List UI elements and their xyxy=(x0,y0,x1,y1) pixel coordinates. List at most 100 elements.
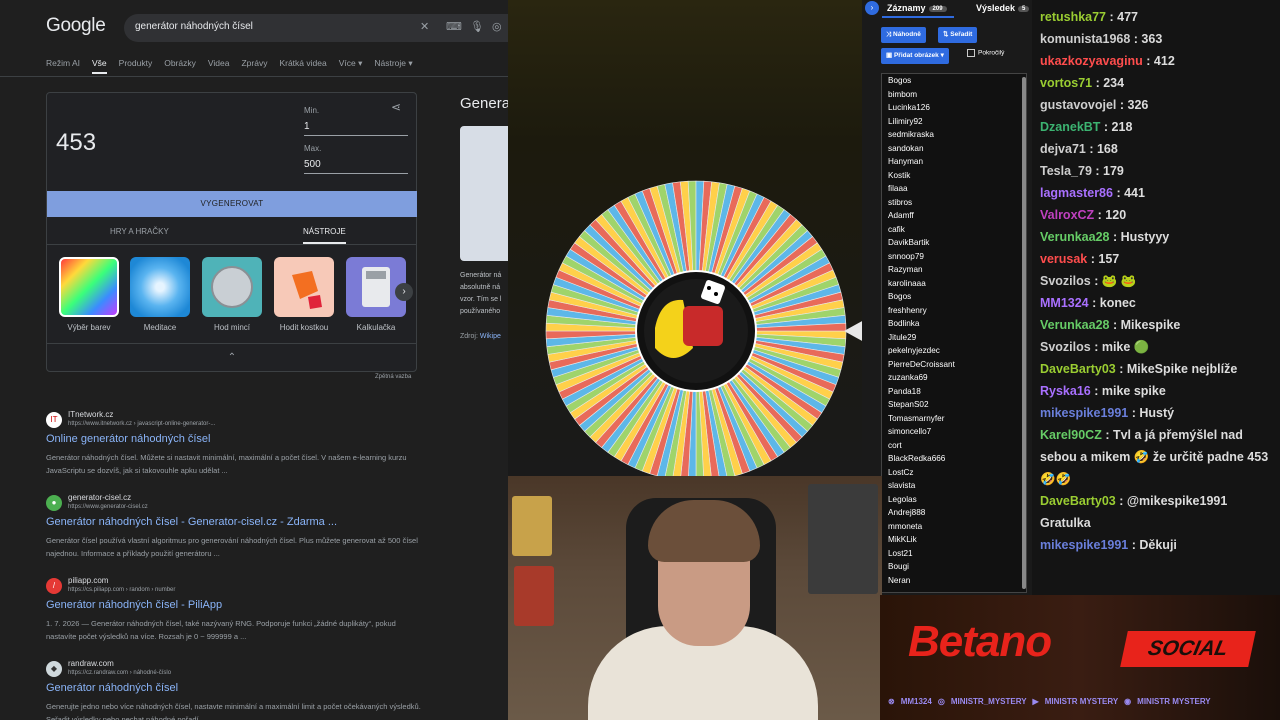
chat-username[interactable]: Verunkaa28 xyxy=(1040,230,1110,244)
chat-username[interactable]: dejva71 xyxy=(1040,142,1086,156)
chat-username[interactable]: ukazkozyavaginu xyxy=(1040,54,1143,68)
chat-text: : 326 xyxy=(1116,98,1149,112)
tool-label: Hod mincí xyxy=(213,323,250,332)
clear-icon[interactable]: ✕ xyxy=(420,20,429,33)
chat-text: : 412 xyxy=(1142,54,1175,68)
collapse-chevron-icon[interactable]: ⌃ xyxy=(47,343,417,371)
entry-item: Bogos xyxy=(888,76,912,85)
chevron-right-icon[interactable]: › xyxy=(865,1,879,15)
knowledge-panel-title: Genera xyxy=(460,95,508,112)
chat-username[interactable]: Tesla_79 xyxy=(1040,164,1092,178)
chat-text: : 363 xyxy=(1130,32,1163,46)
entry-item: PierreDeCroissant xyxy=(888,359,955,369)
site-favicon: ● xyxy=(46,495,62,511)
tab-results[interactable]: Výsledek 5 xyxy=(976,3,1030,13)
chat-username[interactable]: mikespike1991 xyxy=(1040,538,1128,552)
chat-username[interactable]: DaveBarty03 xyxy=(1040,362,1116,376)
chat-username[interactable]: Karel90CZ xyxy=(1040,428,1102,442)
tab-ai-mode[interactable]: Režim AI xyxy=(46,58,80,74)
tool-label: Kalkulačka xyxy=(356,323,396,332)
sort-button[interactable]: ⇅ Seřadit xyxy=(938,27,978,43)
lens-icon[interactable]: ◎ xyxy=(492,20,502,33)
chat-username[interactable]: MM1324 xyxy=(1040,296,1089,310)
result-title[interactable]: Online generátor náhodných čísel xyxy=(46,433,211,445)
chat-username[interactable]: Svozilos xyxy=(1040,274,1091,288)
result-title[interactable]: Generátor náhodných čísel xyxy=(46,682,178,694)
chat-username[interactable]: retushka77 xyxy=(1040,10,1106,24)
keyboard-icon[interactable]: ⌨ xyxy=(446,20,462,33)
chat-message: verusak : 157 xyxy=(1040,248,1276,270)
tool-meditation[interactable]: Meditace xyxy=(129,257,191,332)
spin-wheel[interactable] xyxy=(543,178,849,484)
entry-item: MikKLik xyxy=(888,535,917,544)
chat-message: DaveBarty03 : @mikespike1991 Gratulka xyxy=(1040,490,1276,534)
tab-short-videos[interactable]: Krátká videa xyxy=(279,58,326,74)
google-logo[interactable]: Google xyxy=(46,15,106,37)
source-link[interactable]: Wikipe xyxy=(480,333,501,340)
subtab-tools[interactable]: NÁSTROJE xyxy=(303,227,346,244)
checkbox-icon xyxy=(967,49,975,57)
entry-item: DavikBartik xyxy=(888,238,930,247)
entry-item: Tomasmarnyfer xyxy=(888,413,945,423)
generate-button[interactable]: VYGENEROVAT xyxy=(47,191,417,217)
entry-item: pekelnyjezdec xyxy=(888,346,940,355)
stream-chat: retushka77 : 477 komunista1968 : 363 ukazk… xyxy=(1032,0,1280,595)
chevron-right-icon[interactable]: › xyxy=(395,283,413,301)
scrollbar[interactable] xyxy=(1022,77,1026,589)
tool-color-picker[interactable]: Výběr barev xyxy=(58,257,120,332)
chat-username[interactable]: Svozilos xyxy=(1040,340,1091,354)
add-image-button[interactable]: ▣ Přidat obrázek ▾ xyxy=(881,48,949,64)
entry-item: Panda18 xyxy=(888,386,921,396)
max-field[interactable]: Max. 500 xyxy=(304,144,408,174)
advanced-checkbox[interactable]: Pokročilý xyxy=(967,49,1004,57)
max-value[interactable]: 500 xyxy=(304,159,408,174)
streamer-hair xyxy=(648,500,760,562)
tab-all[interactable]: Vše xyxy=(92,58,107,74)
chat-text: : MikeSpike nejblíže xyxy=(1115,362,1238,376)
chat-username[interactable]: DaveBarty03 xyxy=(1040,494,1116,508)
chat-username[interactable]: komunista1968 xyxy=(1040,32,1130,46)
entry-item: Razyman xyxy=(888,265,923,274)
chat-username[interactable]: Verunkaa28 xyxy=(1040,318,1110,332)
chat-message: DaveBarty03 : MikeSpike nejblíže xyxy=(1040,358,1276,380)
tab-entries[interactable]: Záznamy 209 xyxy=(887,3,947,13)
entry-item: simoncello7 xyxy=(888,427,932,436)
tab-tools[interactable]: Nástroje ▾ xyxy=(374,58,412,74)
chat-username[interactable]: mikespike1991 xyxy=(1040,406,1128,420)
chat-username[interactable]: lagmaster86 xyxy=(1040,186,1113,200)
min-field[interactable]: Min. 1 xyxy=(304,106,408,136)
tool-dice-roll[interactable]: Hodit kostkou xyxy=(273,257,335,332)
result-snippet: 1. 7. 2026 — Generátor náhodných čísel, … xyxy=(46,619,396,641)
feedback-link[interactable]: Zpětná vazba xyxy=(375,374,411,380)
random-number-widget: 453 ⋖ Min. 1 Max. 500 VYGENEROVAT HRY A … xyxy=(46,92,417,372)
entry-item: stibros xyxy=(888,197,913,207)
chat-username[interactable]: gustavovojel xyxy=(1040,98,1116,112)
chat-username[interactable]: DzanekBT xyxy=(1040,120,1100,134)
search-input[interactable]: generátor náhodných čísel ✕ ⌨ 🎙 ◎ xyxy=(124,14,508,42)
tool-coin-flip[interactable]: Hod mincí xyxy=(201,257,263,332)
shuffle-button[interactable]: ⤨ Náhodně xyxy=(881,27,926,43)
entries-textarea[interactable]: Bogos bimbom Lucinka126 Lilimiry92 sedmikras… xyxy=(881,73,1027,593)
tab-products[interactable]: Produkty xyxy=(119,58,153,74)
chat-message: mikespike1991 : Hustý xyxy=(1040,402,1276,424)
chat-message: Svozilos : mike 🟢 xyxy=(1040,336,1276,358)
chat-username[interactable]: ValroxCZ xyxy=(1040,208,1094,222)
chat-username[interactable]: Ryska16 xyxy=(1040,384,1091,398)
coin-icon xyxy=(202,257,262,317)
tab-images[interactable]: Obrázky xyxy=(164,58,196,74)
chat-username[interactable]: vortos71 xyxy=(1040,76,1092,90)
youtube-icon: ▶ xyxy=(1032,697,1039,706)
subtab-games[interactable]: HRY A HRAČKY xyxy=(110,227,169,236)
tab-videos[interactable]: Videa xyxy=(208,58,230,74)
knowledge-panel-image[interactable] xyxy=(460,126,508,261)
chat-message: vortos71 : 234 xyxy=(1040,72,1276,94)
result-title[interactable]: Generátor náhodných čísel - Generator-ci… xyxy=(46,516,337,528)
tab-more[interactable]: Více ▾ xyxy=(339,58,363,74)
chat-message: Tesla_79 : 179 xyxy=(1040,160,1276,182)
mic-icon[interactable]: 🎙 xyxy=(470,20,484,33)
min-value[interactable]: 1 xyxy=(304,121,408,136)
chat-message: gustavovojel : 326 xyxy=(1040,94,1276,116)
tab-news[interactable]: Zprávy xyxy=(241,58,267,74)
chat-username[interactable]: verusak xyxy=(1040,252,1087,266)
result-title[interactable]: Generátor náhodných čísel - PiliApp xyxy=(46,599,222,611)
